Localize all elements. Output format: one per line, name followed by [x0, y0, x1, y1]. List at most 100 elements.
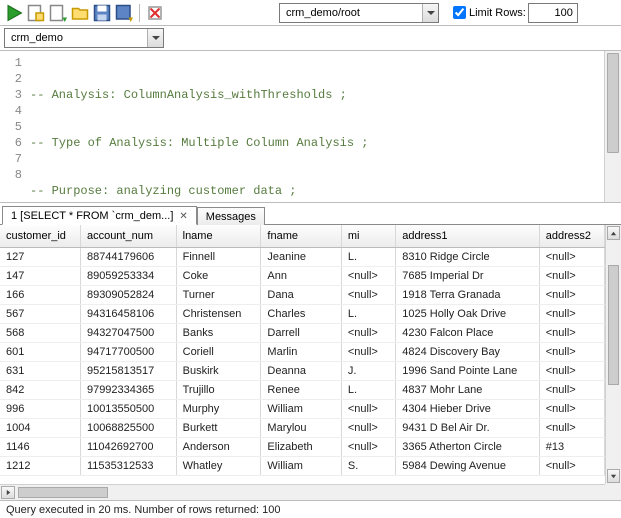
cell[interactable]: <null>: [539, 380, 604, 399]
cell[interactable]: 11535312533: [80, 456, 176, 475]
cell[interactable]: <null>: [539, 304, 604, 323]
cell[interactable]: 4230 Falcon Place: [396, 323, 540, 342]
cell[interactable]: 996: [0, 399, 80, 418]
col-header[interactable]: fname: [261, 225, 341, 247]
new-sql-alt-button[interactable]: [48, 3, 68, 23]
col-header[interactable]: address1: [396, 225, 540, 247]
scroll-right-icon[interactable]: [1, 486, 15, 499]
cell[interactable]: L.: [341, 247, 395, 266]
cell[interactable]: William: [261, 399, 341, 418]
cell[interactable]: 5984 Dewing Avenue: [396, 456, 540, 475]
cell[interactable]: Whatley: [176, 456, 261, 475]
cell[interactable]: 1918 Terra Granada: [396, 285, 540, 304]
cell[interactable]: 11042692700: [80, 437, 176, 456]
cell[interactable]: 89059253334: [80, 266, 176, 285]
cell[interactable]: 95215813517: [80, 361, 176, 380]
scroll-down-icon[interactable]: [607, 469, 620, 483]
table-row[interactable]: 12788744179606FinnellJeanineL.8310 Ridge…: [0, 247, 605, 266]
cell[interactable]: Burkett: [176, 418, 261, 437]
col-header[interactable]: lname: [176, 225, 261, 247]
cell[interactable]: 147: [0, 266, 80, 285]
cell[interactable]: 8310 Ridge Circle: [396, 247, 540, 266]
table-row[interactable]: 63195215813517BuskirkDeannaJ.1996 Sand P…: [0, 361, 605, 380]
col-header[interactable]: mi: [341, 225, 395, 247]
new-sql-button[interactable]: [26, 3, 46, 23]
cell[interactable]: Trujillo: [176, 380, 261, 399]
cell[interactable]: 568: [0, 323, 80, 342]
limit-rows-checkbox[interactable]: Limit Rows:: [453, 6, 526, 19]
cell[interactable]: <null>: [539, 456, 604, 475]
cell[interactable]: 1996 Sand Pointe Lane: [396, 361, 540, 380]
results-table[interactable]: customer_id account_num lname fname mi a…: [0, 225, 605, 476]
cell[interactable]: 1212: [0, 456, 80, 475]
col-header[interactable]: account_num: [80, 225, 176, 247]
schema-dropdown[interactable]: crm_demo: [4, 28, 164, 48]
cell[interactable]: Buskirk: [176, 361, 261, 380]
cell[interactable]: 4837 Mohr Lane: [396, 380, 540, 399]
cell[interactable]: Murphy: [176, 399, 261, 418]
cell[interactable]: 4824 Discovery Bay: [396, 342, 540, 361]
cell[interactable]: Christensen: [176, 304, 261, 323]
cell[interactable]: <null>: [539, 418, 604, 437]
cell[interactable]: 3365 Atherton Circle: [396, 437, 540, 456]
results-horizontal-scrollbar[interactable]: [0, 484, 605, 500]
cell[interactable]: <null>: [341, 323, 395, 342]
save-as-button[interactable]: [114, 3, 134, 23]
cell[interactable]: L.: [341, 304, 395, 323]
cell[interactable]: <null>: [539, 399, 604, 418]
cell[interactable]: Turner: [176, 285, 261, 304]
sql-editor[interactable]: 12345678 -- Analysis: ColumnAnalysis_wit…: [0, 51, 621, 203]
cell[interactable]: Anderson: [176, 437, 261, 456]
connection-dropdown[interactable]: crm_demo/root: [279, 3, 439, 23]
table-row[interactable]: 14789059253334CokeAnn <null>7685 Imperial…: [0, 266, 605, 285]
cell[interactable]: 94327047500: [80, 323, 176, 342]
cell[interactable]: <null>: [539, 361, 604, 380]
cell[interactable]: <null>: [539, 285, 604, 304]
cell[interactable]: Elizabeth: [261, 437, 341, 456]
cell[interactable]: <null>: [539, 323, 604, 342]
cell[interactable]: Marylou: [261, 418, 341, 437]
cell[interactable]: 567: [0, 304, 80, 323]
table-row[interactable]: 100410068825500BurkettMarylou<null>9431 …: [0, 418, 605, 437]
cell[interactable]: 1004: [0, 418, 80, 437]
cell[interactable]: Deanna: [261, 361, 341, 380]
table-row[interactable]: 84297992334365TrujilloReneeL.4837 Mohr L…: [0, 380, 605, 399]
cell[interactable]: 1146: [0, 437, 80, 456]
cell[interactable]: Ann: [261, 266, 341, 285]
cell[interactable]: <null>: [341, 418, 395, 437]
limit-rows-input[interactable]: [528, 3, 578, 23]
cell[interactable]: 842: [0, 380, 80, 399]
cell[interactable]: #13: [539, 437, 604, 456]
cell[interactable]: 9431 D Bel Air Dr.: [396, 418, 540, 437]
cell[interactable]: <null>: [539, 266, 604, 285]
cell[interactable]: Finnell: [176, 247, 261, 266]
table-row[interactable]: 56794316458106ChristensenCharlesL.1025 H…: [0, 304, 605, 323]
cell[interactable]: 601: [0, 342, 80, 361]
cell[interactable]: 10068825500: [80, 418, 176, 437]
cell[interactable]: <null>: [341, 399, 395, 418]
cell[interactable]: Dana: [261, 285, 341, 304]
cell[interactable]: William: [261, 456, 341, 475]
table-row[interactable]: 114611042692700AndersonElizabeth<null>33…: [0, 437, 605, 456]
scroll-up-icon[interactable]: [607, 226, 620, 240]
table-row[interactable]: 99610013550500MurphyWilliam<null>4304 Hi…: [0, 399, 605, 418]
cell[interactable]: Renee: [261, 380, 341, 399]
cell[interactable]: 94717700500: [80, 342, 176, 361]
cell[interactable]: Coke: [176, 266, 261, 285]
cell[interactable]: Charles: [261, 304, 341, 323]
clear-button[interactable]: [145, 3, 165, 23]
cell[interactable]: 7685 Imperial Dr: [396, 266, 540, 285]
close-icon[interactable]: ✕: [177, 211, 187, 222]
cell[interactable]: 631: [0, 361, 80, 380]
scroll-thumb[interactable]: [608, 265, 619, 385]
cell[interactable]: J.: [341, 361, 395, 380]
results-vertical-scrollbar[interactable]: [605, 225, 621, 484]
cell[interactable]: <null>: [539, 342, 604, 361]
cell[interactable]: 1025 Holly Oak Drive: [396, 304, 540, 323]
tab-results[interactable]: 1 [SELECT * FROM `crm_dem...] ✕: [2, 206, 197, 225]
cell[interactable]: 4304 Hieber Drive: [396, 399, 540, 418]
editor-vertical-scrollbar[interactable]: [604, 51, 621, 202]
cell[interactable]: 10013550500: [80, 399, 176, 418]
cell[interactable]: 94316458106: [80, 304, 176, 323]
table-row[interactable]: 60194717700500CoriellMarlin<null>4824 Di…: [0, 342, 605, 361]
